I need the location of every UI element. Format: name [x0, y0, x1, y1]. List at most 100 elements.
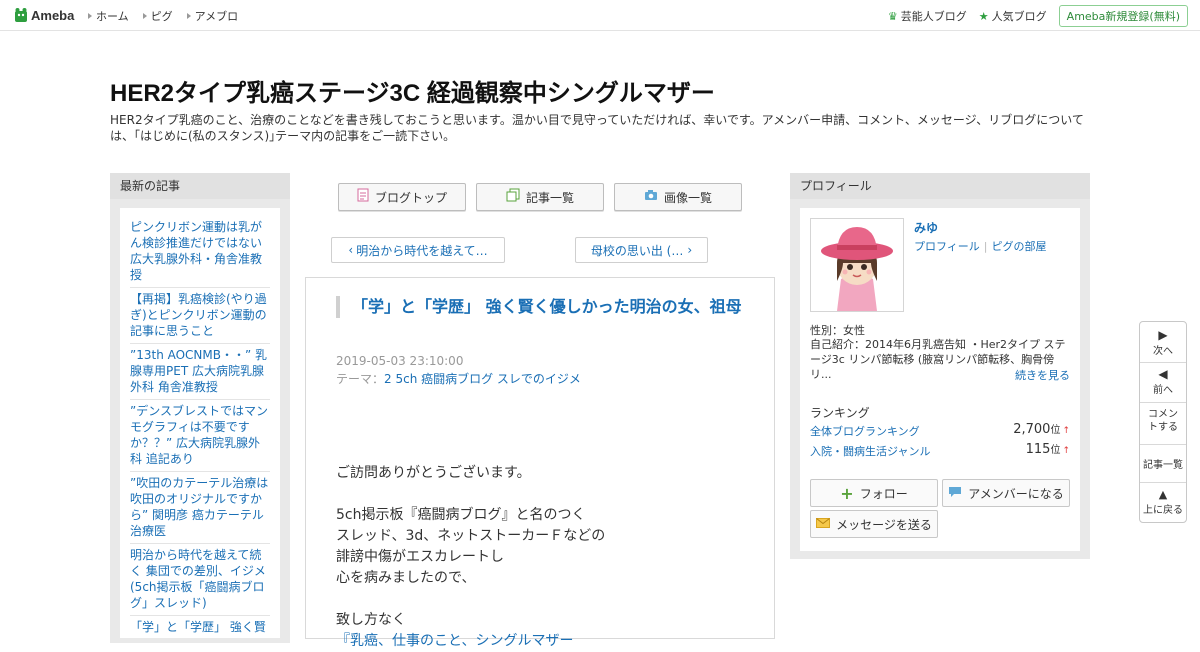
ameba-logo-icon	[15, 8, 27, 22]
popular-blog-label: 人気ブログ	[991, 10, 1047, 23]
top-right-links: ♛ 芸能人ブログ ★ 人気ブログ Ameba新規登録(無料)	[888, 5, 1188, 27]
follow-label: フォロー	[859, 486, 908, 501]
image-list-label: 画像一覧	[663, 190, 712, 205]
copy-icon	[506, 188, 520, 206]
article-theme: テーマ：2 5ch 癌闘病ブログ スレでのイジメ	[336, 370, 581, 387]
article: 「学」と「学歴」 強く賢く優しかった明治の女、祖母 2019-05-03 23:…	[305, 277, 775, 649]
ranking-title: ランキング	[810, 406, 870, 420]
article-list-button[interactable]: 記事一覧	[476, 183, 604, 211]
latest-article-link[interactable]: ”13th AOCNMB・・” 乳腺専用PET 広大病院乳腺外科 角舎准教授	[130, 348, 267, 394]
arrow-up-icon: ↑	[1062, 446, 1070, 456]
nav-ameblo-label: アメブロ	[194, 10, 239, 23]
article-list-side-button[interactable]: 記事一覧	[1140, 456, 1186, 471]
follow-button[interactable]: + フォロー	[810, 479, 938, 507]
profile-gender: 性別：女性	[810, 324, 865, 337]
body-line	[336, 484, 746, 505]
ranking-value: 115位 ↑	[1025, 442, 1070, 457]
latest-articles-list: ピンクリボン運動は乳がん検診推進だけではない 広大乳腺外科・角舎准教授 【再掲】…	[120, 208, 280, 638]
document-icon	[357, 188, 369, 206]
profile-links: プロフィール | ピグの部屋	[914, 238, 1047, 254]
plus-icon: +	[840, 483, 854, 503]
list-item: ”13th AOCNMB・・” 乳腺専用PET 広大病院乳腺外科 角舎准教授	[130, 344, 270, 400]
theme-link[interactable]: 2 5ch 癌闘病ブログ スレでのイジメ	[384, 372, 581, 386]
ranking-link[interactable]: 入院・闘病生活ジャンル	[810, 445, 930, 458]
envelope-icon	[816, 517, 831, 531]
avatar[interactable]	[810, 218, 904, 312]
amember-button[interactable]: アメンバーになる	[942, 479, 1070, 507]
body-line: ご訪問ありがとうございます。	[336, 465, 531, 481]
divider: |	[983, 240, 988, 253]
ameba-logo[interactable]: Ameba	[14, 6, 74, 24]
article-date: 2019-05-03 23:10:00	[336, 354, 464, 368]
divider	[1140, 482, 1186, 483]
body-link[interactable]: 『乳癌、仕事のこと、シングルマザー	[336, 631, 746, 652]
popular-blog-link[interactable]: ★ 人気ブログ	[979, 8, 1047, 24]
register-button[interactable]: Ameba新規登録(無料)	[1058, 5, 1188, 27]
divider	[1140, 444, 1186, 445]
nav-home[interactable]: ホーム	[88, 8, 129, 24]
pigg-room-link[interactable]: ピグの部屋	[992, 240, 1047, 253]
body-line	[336, 589, 746, 610]
body-line	[336, 442, 746, 463]
nav-home-label: ホーム	[96, 10, 129, 23]
triangle-up-icon: ▲	[1158, 488, 1168, 501]
celebrity-blog-label: 芸能人ブログ	[900, 10, 967, 23]
nav-pigg[interactable]: ピグ	[142, 8, 173, 24]
image-list-button[interactable]: 画像一覧	[614, 183, 742, 211]
play-left-icon: ◀	[1158, 367, 1168, 381]
latest-article-link[interactable]: ”デンスブレストではマンモグラフィは不要ですか？？” 広大病院乳腺外科 追記あり	[130, 404, 268, 466]
body-line: 5ch掲示板『癌闘病ブログ』と名のつく	[336, 507, 586, 523]
next-article-label: 母校の思い出 (…	[590, 243, 684, 258]
floating-nav: ▶ 次へ ◀ 前へ コメントする 記事一覧 ▲ 上に戻る	[1139, 321, 1187, 523]
chat-bubble-icon	[948, 486, 962, 501]
article-list-side-label: 記事一覧	[1143, 460, 1183, 471]
latest-article-link[interactable]: 【再掲】乳癌検診(やり過ぎ)とピンクリボン運動の記事に思うこと	[130, 292, 267, 338]
next-button[interactable]: ▶ 次へ	[1140, 328, 1186, 357]
caret-right-icon	[142, 13, 147, 19]
profile-name[interactable]: みゆ	[914, 219, 938, 236]
read-more-link[interactable]: 続きを見る	[1015, 367, 1070, 383]
comment-label: コメントする	[1148, 409, 1178, 433]
divider	[1140, 362, 1186, 363]
profile-title: プロフィール	[790, 173, 1090, 199]
profile-link[interactable]: プロフィール	[914, 240, 980, 253]
blog-title[interactable]: HER2タイプ乳癌ステージ3C 経過観察中シングルマザー	[110, 73, 715, 108]
send-message-label: メッセージを送る	[836, 517, 932, 532]
list-item: 【再掲】乳癌検診(やり過ぎ)とピンクリボン運動の記事に思うこと	[130, 288, 270, 344]
nav-ameblo[interactable]: アメブロ	[186, 8, 239, 24]
prev-article-link[interactable]: ‹ 明治から時代を越えて…	[331, 237, 505, 263]
camera-icon	[644, 189, 658, 205]
amember-label: アメンバーになる	[968, 486, 1064, 501]
comment-button[interactable]: コメントする	[1140, 408, 1186, 434]
latest-article-link[interactable]: ピンクリボン運動は乳がん検診推進だけではない 広大乳腺外科・角舎准教授	[130, 220, 262, 282]
blog-top-button[interactable]: ブログトップ	[338, 183, 466, 211]
back-to-top-button[interactable]: ▲ 上に戻る	[1140, 488, 1186, 516]
latest-articles-title: 最新の記事	[110, 173, 290, 199]
ranking-row: 入院・闘病生活ジャンル 115位 ↑	[810, 442, 1070, 461]
crown-icon: ♛	[887, 9, 898, 23]
top-bar: Ameba ホーム ピグ アメブロ ♛ 芸能人ブログ ★ 人気ブログ Ameba新規…	[0, 0, 1200, 31]
logo-text: Ameba	[31, 7, 75, 23]
send-message-button[interactable]: メッセージを送る	[810, 510, 938, 538]
prev-label: 前へ	[1153, 385, 1173, 396]
latest-article-link[interactable]: ”吹田のカテーテル治療は吹田のオリジナルですから” 関明彦 癌カテーテル治療医	[130, 476, 268, 538]
article-list-label: 記事一覧	[525, 190, 574, 205]
article-title[interactable]: 「学」と「学歴」 強く賢く優しかった明治の女、祖母	[336, 296, 742, 318]
article-body: ご訪問ありがとうございます。 5ch掲示板『癌闘病ブログ』と名のつく スレッド、…	[336, 442, 746, 652]
body-line: 誹謗中傷がエスカレートし	[336, 549, 504, 565]
prev-button[interactable]: ◀ 前へ	[1140, 367, 1186, 396]
body-line: 心を病みましたので、	[336, 570, 476, 586]
caret-right-icon	[186, 13, 191, 19]
caret-right-icon	[88, 13, 92, 19]
list-item: ”デンスブレストではマンモグラフィは不要ですか？？” 広大病院乳腺外科 追記あり	[130, 400, 270, 472]
blog-description: HER2タイプ乳癌のこと、治療のことなどを書き残しておこうと思います。温かい目で…	[110, 113, 1084, 143]
star-icon: ★	[978, 9, 989, 23]
ranking-link[interactable]: 全体ブログランキング	[810, 425, 920, 438]
latest-article-link[interactable]: 明治から時代を越えて続く 集団での差別、イジメ(5ch掲示板「癌闘病ブログ」スレ…	[130, 548, 266, 610]
arrow-up-icon: ↑	[1062, 426, 1070, 436]
back-to-top-label: 上に戻る	[1143, 505, 1183, 516]
celebrity-blog-link[interactable]: ♛ 芸能人ブログ	[888, 8, 967, 24]
latest-article-link[interactable]: 「学」と「学歴」 強く賢	[130, 620, 266, 634]
next-article-link[interactable]: 母校の思い出 (… ›	[575, 237, 708, 263]
body-line: スレッド、3d、ネットストーカーＦなどの	[336, 528, 606, 544]
